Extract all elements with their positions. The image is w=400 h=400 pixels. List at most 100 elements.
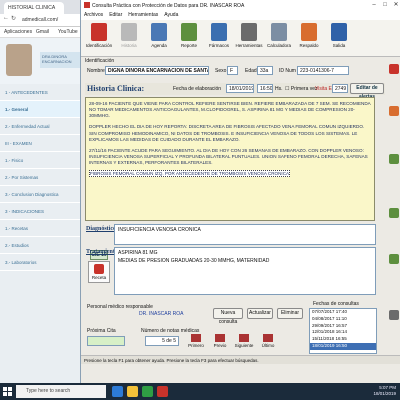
- consultation-date-row[interactable]: 04/08/2017 11:10: [310, 316, 376, 323]
- app-icon: [84, 2, 90, 8]
- bookmark-youtube[interactable]: YouTube: [58, 29, 78, 35]
- next-label: Siguiente: [234, 343, 254, 348]
- menu-item[interactable]: Ayuda: [161, 11, 181, 19]
- status-bar: Presione la tecla F1 para obtener ayuda.…: [81, 355, 400, 364]
- clinical-note: 27/11/16 PACIENTE ACUDE PARA SEGUIMIENTO…: [89, 147, 368, 166]
- sex-field[interactable]: F: [227, 66, 238, 75]
- next-record-button[interactable]: Siguiente: [233, 334, 255, 352]
- edit-alerts-button[interactable]: Editar de alertas: [350, 83, 384, 100]
- toolbar-button[interactable]: Fármacos: [205, 23, 233, 55]
- consultation-date-row[interactable]: 18/01/2019 16:50: [310, 342, 376, 350]
- close-icon[interactable]: ✕: [391, 1, 400, 10]
- toolbar-button[interactable]: Herramientas: [235, 23, 263, 55]
- browser-tab[interactable]: HISTORIAL CLINICA: [4, 2, 64, 14]
- last-label: Último: [261, 343, 275, 348]
- diagnosis-field[interactable]: INSUFICIENCIA VENOSA CRONICA: [114, 224, 376, 245]
- chrome-icon[interactable]: [142, 386, 153, 397]
- maximize-icon[interactable]: □: [380, 1, 390, 10]
- app-toolbar: Identificación Historia Agenda Reporte Fárma…: [81, 20, 400, 57]
- last-record-button[interactable]: Último: [257, 334, 279, 352]
- date-field[interactable]: 18/01/2019: [226, 84, 254, 93]
- toolbar-button[interactable]: Respaldo: [295, 23, 323, 55]
- treatment-line: MEDIAS DE PRESION GRADUADAS 20-30 MMHG, …: [118, 257, 270, 264]
- receta-button[interactable]: Receta: [88, 261, 110, 283]
- next-appointment-field[interactable]: [87, 336, 125, 346]
- pharmacy-icon: [211, 23, 227, 41]
- previous-label: Previo: [213, 343, 227, 348]
- pen-icon[interactable]: [389, 106, 399, 116]
- down-arrow-icon[interactable]: [389, 208, 399, 218]
- consulta-app-icon[interactable]: [157, 386, 168, 397]
- down-arrow-icon[interactable]: [389, 154, 399, 164]
- previous-record-button[interactable]: Previo: [209, 334, 231, 352]
- site-menu-item[interactable]: 3.- Conclusion Diagnostica: [0, 186, 80, 203]
- file-explorer-icon[interactable]: [127, 386, 138, 397]
- site-menu-item[interactable]: 1.- Fisico: [0, 152, 80, 169]
- minimize-icon[interactable]: –: [369, 1, 379, 10]
- site-banner: DRA DINORA ENCARNACION: [40, 52, 80, 68]
- toolbar-button[interactable]: Identificación: [85, 23, 113, 55]
- clinical-notes[interactable]: 28-09-16 PACIENTE QUE VIENE PARA CONTROL…: [85, 97, 375, 221]
- print-icon[interactable]: [389, 64, 399, 74]
- site-menu-item[interactable]: 2.- Enfermedad Actual: [0, 118, 80, 135]
- toolbar-button[interactable]: Agenda: [145, 23, 173, 55]
- consultation-dates-list[interactable]: 07/07/2017 17:40 04/08/2017 11:10 29/09/20…: [309, 308, 377, 354]
- system-tray[interactable]: 5:07 PM 18/01/2019: [373, 385, 396, 397]
- consultation-date-row[interactable]: 07/07/2017 17:40: [310, 309, 376, 316]
- task-view-icon[interactable]: [112, 386, 123, 397]
- site-menu-item[interactable]: 1 - ANTECEDENTES: [0, 84, 80, 101]
- previous-icon: [215, 334, 225, 342]
- id-field[interactable]: 223-0141306-7: [297, 66, 349, 75]
- toolbar-button[interactable]: Calculadora: [265, 23, 293, 55]
- toolbar-button[interactable]: Reporte: [175, 23, 203, 55]
- delete-button[interactable]: Eliminar: [277, 308, 303, 319]
- taskbar-search[interactable]: Type here to search: [16, 385, 106, 398]
- back-icon[interactable]: ←: [3, 15, 9, 21]
- toolbar-button-label: Respaldo: [299, 43, 319, 48]
- patient-name-field[interactable]: DIGNA DINORA ENCARNACION DE SANTANA: [105, 66, 209, 75]
- update-button[interactable]: Actualizar: [247, 308, 273, 319]
- site-menu-item[interactable]: 2.- Estudios: [0, 237, 80, 254]
- reload-icon[interactable]: ↻: [11, 15, 16, 22]
- consultation-date-row[interactable]: 15/11/2018 16:55: [310, 336, 376, 343]
- first-visit-checkbox[interactable]: ☐ Primera vez: [285, 86, 318, 92]
- consultation-date-row[interactable]: 29/09/2017 16:57: [310, 323, 376, 330]
- site-menu-item[interactable]: 3.- Laboratorios: [0, 254, 80, 271]
- clock-date: 18/01/2019: [373, 391, 396, 396]
- url-field[interactable]: admedicall.com/: [22, 16, 82, 25]
- bookmark-gmail[interactable]: Gmail: [36, 29, 49, 35]
- site-menu-item[interactable]: 1.- General: [0, 101, 80, 118]
- windows-start-icon[interactable]: [3, 387, 12, 396]
- site-menu-item[interactable]: III - EXAMEN: [0, 135, 80, 152]
- history-icon: [121, 23, 137, 41]
- hs-label: Hs.: [275, 86, 283, 92]
- site-menu-item[interactable]: 2.- Por Sistemas: [0, 169, 80, 186]
- first-record-button[interactable]: Primero: [185, 334, 207, 352]
- first-label: Primero: [188, 343, 204, 348]
- new-consultation-button[interactable]: Nueva consulta: [213, 308, 243, 325]
- consultation-date-row[interactable]: 12/01/2018 16:14: [310, 329, 376, 336]
- time-field[interactable]: 16:50: [257, 84, 273, 93]
- toolbar-button-label: Agenda: [151, 43, 167, 48]
- menu-item[interactable]: Herramientas: [125, 11, 161, 19]
- bookmark-apps[interactable]: Aplicaciones: [4, 29, 32, 35]
- doctor-label: Personal médico responsable: [87, 304, 153, 310]
- menu-item[interactable]: Editar: [106, 11, 125, 19]
- site-menu-item[interactable]: 1.- Recetas: [0, 220, 80, 237]
- taskbar: Type here to search 5:07 PM 18/01/2019: [0, 383, 400, 400]
- menu-item[interactable]: Archivos: [81, 11, 106, 19]
- receta-label: Receta: [91, 275, 107, 280]
- toolbar-button[interactable]: Salida: [325, 23, 353, 55]
- visit-field[interactable]: 2749: [332, 84, 348, 93]
- save-icon[interactable]: [389, 310, 399, 320]
- next-appointment-label: Próxima Cita: [87, 328, 116, 334]
- patient-form: Identificación Nombre DIGNA DINORA ENCAR…: [85, 58, 385, 354]
- side-tools: [388, 58, 400, 354]
- age-field[interactable]: 33a: [257, 66, 273, 75]
- site-menu-item[interactable]: 3 - INDICACIONES: [0, 203, 80, 220]
- prescription-icon: [94, 264, 104, 274]
- treatment-field[interactable]: ASPIRINA 81 MG MEDIAS DE PRESION GRADUAD…: [114, 247, 376, 295]
- toolbar-button[interactable]: Historia: [115, 23, 143, 55]
- down-arrow-icon[interactable]: [389, 254, 399, 264]
- doctor-name: DR. INASCAR ROA: [139, 311, 184, 317]
